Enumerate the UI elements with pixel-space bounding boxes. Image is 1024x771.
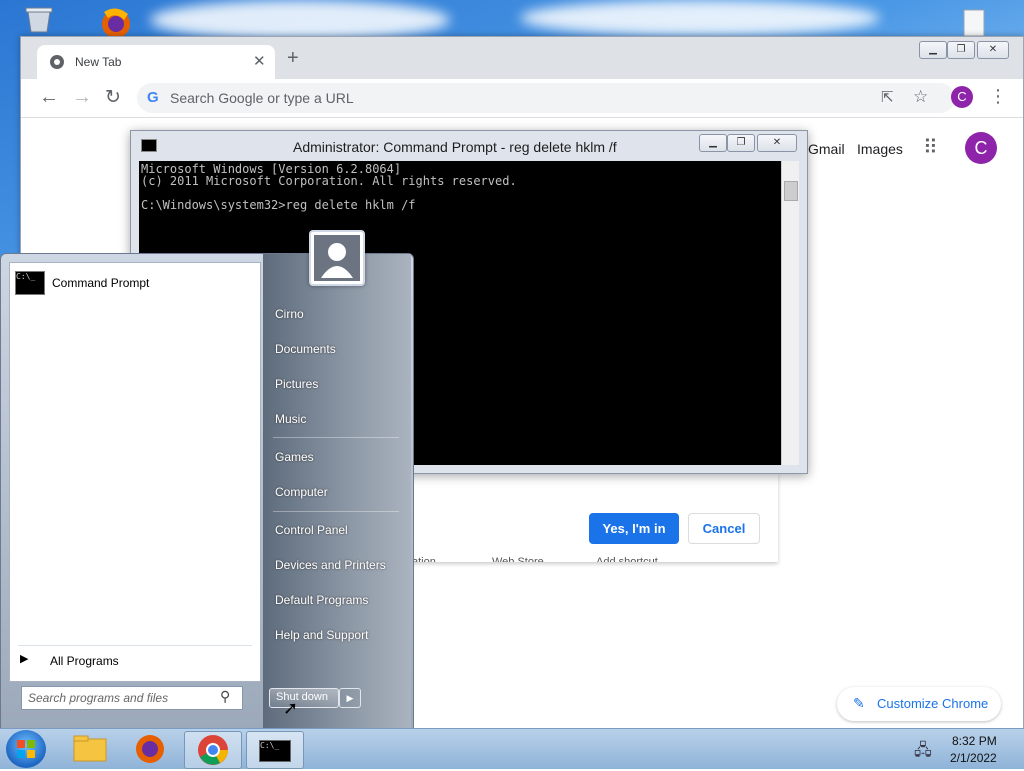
cmd-icon: C:\_	[15, 271, 45, 295]
chrome-tab-icon	[49, 54, 65, 73]
clock-time[interactable]: 8:32 PM	[952, 734, 997, 748]
start-item-pictures[interactable]: Pictures	[275, 377, 318, 391]
taskbar: C:\_ 🖧 8:32 PM 2/1/2022	[0, 728, 1024, 769]
cmd-window-icon	[141, 139, 157, 152]
tab-new-tab[interactable]: New Tab ✕	[37, 45, 275, 79]
start-item-music[interactable]: Music	[275, 412, 306, 426]
start-menu-programs: C:\_ Command Prompt ▶ All Programs	[9, 262, 261, 682]
windows-logo-icon	[17, 740, 35, 758]
restore-button[interactable]: ❐	[947, 41, 975, 59]
start-item-computer[interactable]: Computer	[275, 485, 328, 499]
start-item-help-support[interactable]: Help and Support	[275, 628, 368, 642]
scroll-thumb[interactable]	[784, 181, 798, 201]
divider	[273, 511, 399, 512]
document-desktop-icon[interactable]	[958, 8, 990, 38]
cmd-close-button[interactable]: ✕	[757, 134, 797, 152]
share-icon[interactable]: ⇱	[881, 88, 894, 106]
bookmark-star-icon[interactable]: ☆	[913, 87, 928, 107]
start-item-cirno[interactable]: Cirno	[275, 307, 304, 321]
network-icon[interactable]: 🖧	[914, 739, 932, 766]
customize-chrome-button[interactable]: ✎ Customize Chrome	[837, 687, 1001, 721]
cmd-line: (c) 2011 Microsoft Corporation. All righ…	[141, 174, 517, 188]
tab-strip: New Tab ✕ + ▁ ❐ ✕	[21, 37, 1023, 79]
search-icon: ⚲	[220, 688, 231, 704]
shutdown-button[interactable]: Shut down	[269, 688, 339, 708]
new-tab-icon[interactable]: +	[287, 47, 299, 70]
taskbar-explorer[interactable]	[62, 731, 118, 767]
clock-date[interactable]: 2/1/2022	[950, 751, 997, 765]
forward-icon[interactable]: →	[72, 86, 92, 109]
cloud	[520, 0, 880, 36]
chrome-icon	[198, 735, 228, 765]
cmd-taskbar-icon: C:\_	[259, 740, 291, 762]
recycle-bin-icon[interactable]	[22, 4, 56, 34]
pencil-icon: ✎	[853, 695, 865, 711]
add-shortcut-label-partial: Add shortcut	[596, 556, 658, 562]
user-silhouette-icon	[314, 235, 360, 281]
back-icon[interactable]: ←	[39, 86, 59, 109]
all-programs-label: All Programs	[50, 654, 119, 668]
profile-avatar[interactable]: C	[951, 86, 973, 108]
close-button[interactable]: ✕	[977, 41, 1009, 59]
folder-icon	[73, 735, 107, 762]
triangle-right-icon: ▶	[20, 653, 29, 665]
google-g-icon: G	[147, 89, 159, 106]
close-tab-icon[interactable]: ✕	[253, 52, 266, 70]
pinned-command-prompt[interactable]: C:\_ Command Prompt	[12, 269, 256, 297]
start-item-games[interactable]: Games	[275, 450, 314, 464]
cmd-scrollbar[interactable]	[781, 161, 799, 465]
user-avatar[interactable]	[309, 230, 365, 286]
toolbar: ← → ↻ G Search Google or type a URL ⇱ ☆ …	[21, 79, 1023, 118]
tab-title: New Tab	[75, 55, 122, 69]
start-button[interactable]	[6, 730, 46, 768]
images-link[interactable]: Images	[857, 141, 903, 157]
omnibox-placeholder: Search Google or type a URL	[170, 90, 354, 106]
page-avatar[interactable]: C	[965, 132, 997, 164]
start-menu: C:\_ Command Prompt ▶ All Programs Searc…	[0, 230, 414, 730]
taskbar-cmd[interactable]: C:\_	[246, 731, 304, 769]
signin-dialog: Yes, I'm in Cancel	[408, 472, 778, 562]
reload-icon[interactable]: ↻	[105, 86, 121, 109]
start-menu-places: Cirno Documents Pictures Music Games Com…	[263, 230, 411, 729]
cmd-minimize-button[interactable]: ▁	[699, 134, 727, 152]
start-item-control-panel[interactable]: Control Panel	[275, 523, 348, 537]
cmd-line: C:\Windows\system32>reg delete hklm /f	[141, 198, 416, 212]
pinned-label: Command Prompt	[52, 276, 150, 290]
start-item-devices-printers[interactable]: Devices and Printers	[275, 558, 386, 572]
customize-chrome-label: Customize Chrome	[877, 696, 989, 711]
firefox-desktop-icon[interactable]	[94, 4, 138, 38]
all-programs-item[interactable]: ▶ All Programs	[12, 649, 256, 673]
web-store-label-partial: Web Store	[492, 556, 544, 562]
cmd-title: Administrator: Command Prompt - reg dele…	[293, 139, 617, 155]
start-item-default-programs[interactable]: Default Programs	[275, 593, 368, 607]
divider	[18, 645, 252, 646]
menu-kebab-icon[interactable]: ⋮	[989, 86, 1007, 107]
firefox-icon	[136, 735, 164, 763]
apps-grid-icon[interactable]: ⠿	[923, 135, 938, 160]
shortcut-label-partial: ation	[412, 556, 436, 562]
search-programs-input[interactable]: Search programs and files ⚲	[21, 686, 243, 710]
mouse-cursor-icon: ➚	[283, 698, 299, 718]
gmail-link[interactable]: Gmail	[808, 141, 845, 157]
divider	[273, 437, 399, 438]
yes-im-in-button[interactable]: Yes, I'm in	[589, 513, 679, 544]
minimize-button[interactable]: ▁	[919, 41, 947, 59]
cmd-restore-button[interactable]: ❐	[727, 134, 755, 152]
cloud	[150, 0, 450, 40]
search-placeholder: Search programs and files	[28, 691, 169, 705]
omnibox[interactable]: G Search Google or type a URL ⇱ ☆	[137, 83, 955, 113]
cancel-button[interactable]: Cancel	[688, 513, 760, 544]
taskbar-chrome[interactable]	[184, 731, 242, 769]
shutdown-options-arrow[interactable]: ▶	[339, 688, 361, 708]
start-item-documents[interactable]: Documents	[275, 342, 336, 356]
taskbar-firefox[interactable]	[122, 731, 178, 767]
